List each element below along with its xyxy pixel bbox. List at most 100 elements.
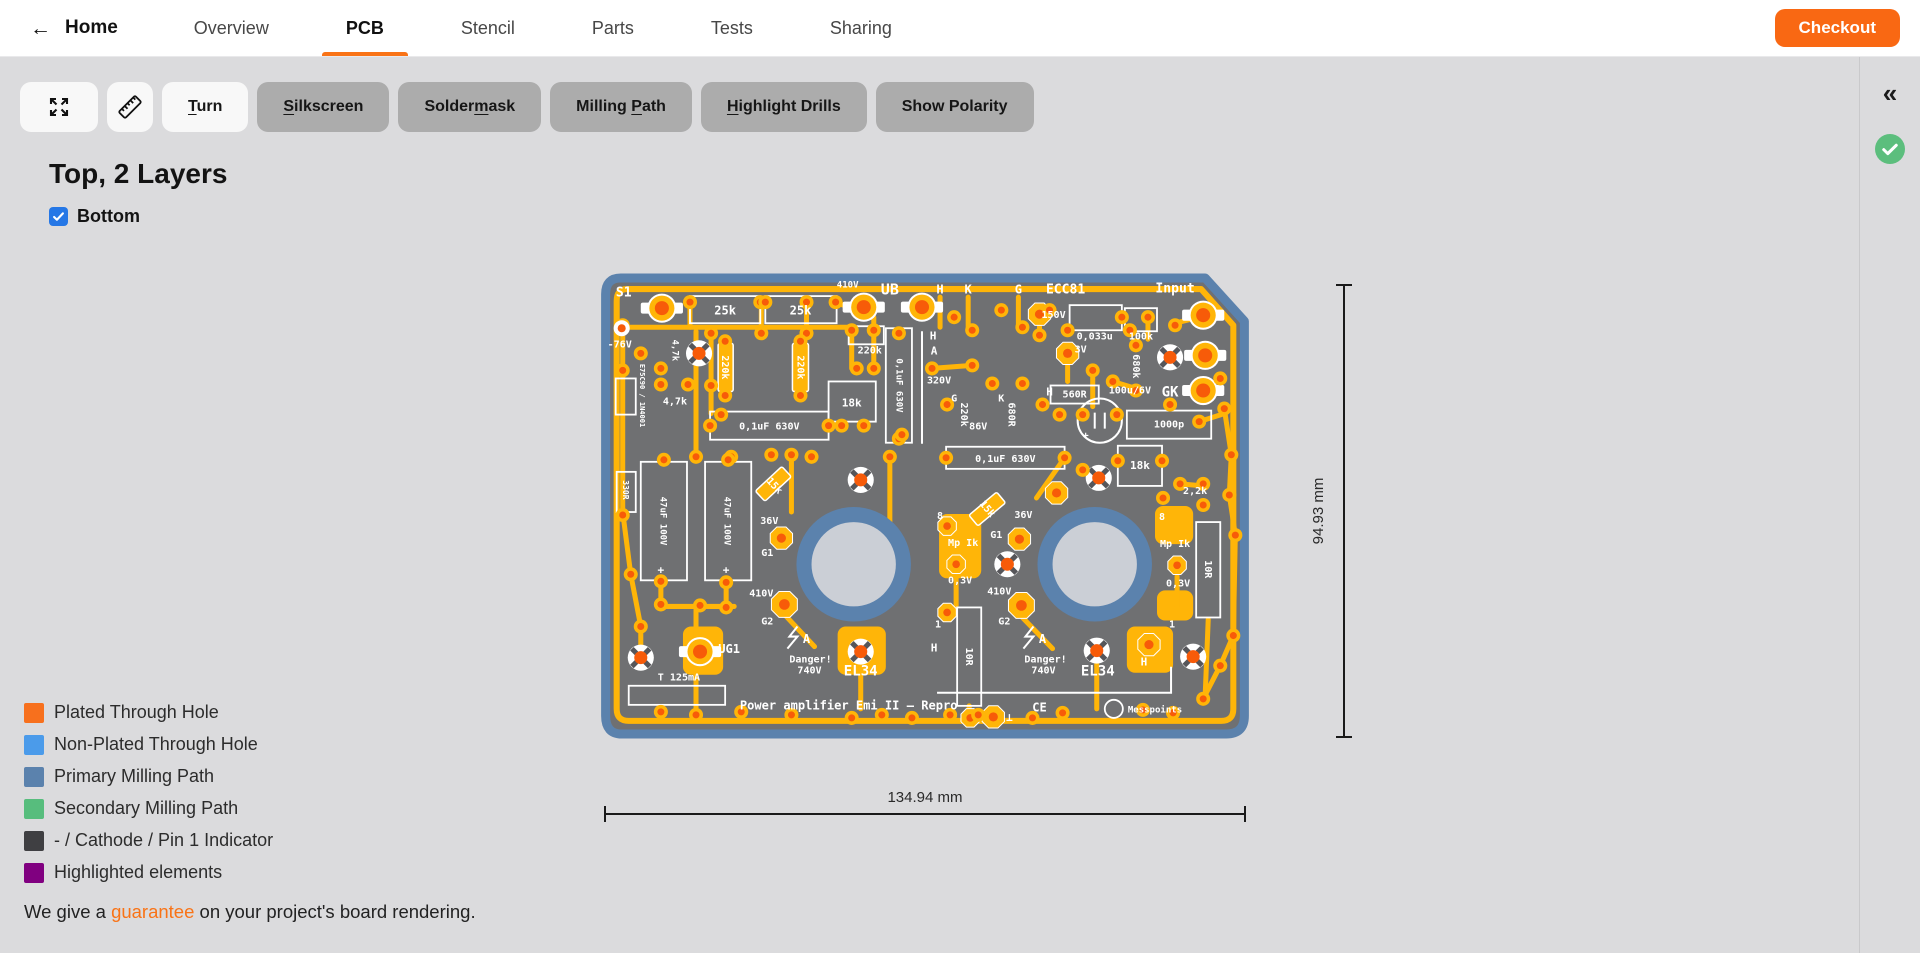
silk-label: 4,7k xyxy=(663,397,687,408)
silk-label: G1 xyxy=(761,548,773,559)
silk-label: EL34 xyxy=(1081,664,1115,680)
silk-label: 3V xyxy=(1075,344,1087,355)
render-legend: Plated Through Hole Non-Plated Through H… xyxy=(24,702,273,883)
nav-home[interactable]: ← Home xyxy=(30,17,118,39)
silk-label: H xyxy=(1046,386,1053,399)
silk-label: S1 xyxy=(616,286,632,301)
silk-label: A xyxy=(803,632,811,646)
checkout-button[interactable]: Checkout xyxy=(1774,9,1900,47)
expand-icon xyxy=(49,97,69,117)
silk-label: 1000p xyxy=(1154,420,1184,431)
height-dimension-label: 94.93 mm xyxy=(1310,478,1327,545)
silk-label: 410V xyxy=(749,588,773,599)
tab-parts[interactable]: Parts xyxy=(592,0,634,56)
silk-label: G2 xyxy=(761,616,773,627)
bottom-layer-toggle[interactable]: Bottom xyxy=(49,206,140,227)
legend-swatch xyxy=(24,766,44,787)
legend-item: Highlighted elements xyxy=(24,862,273,883)
silk-label: 0,1uF 630V xyxy=(975,454,1035,465)
silk-label: + xyxy=(658,563,665,576)
silk-label: 0,1uF 630V xyxy=(893,358,903,413)
silk-label: 47uF 100V xyxy=(722,497,732,546)
silk-label: Power amplifier Emi II – Repro xyxy=(740,698,958,712)
silk-label: H xyxy=(1141,656,1148,669)
bottom-label: Bottom xyxy=(77,206,140,226)
silk-label: 100u/6V xyxy=(1109,386,1151,397)
silk-label: G xyxy=(1015,283,1022,297)
page-title: Top, 2 Layers xyxy=(49,158,228,189)
silk-label: Danger! xyxy=(789,655,831,666)
pcb-render[interactable]: S1 25k 25k 410V UB H K G ECC81 Input 150V 0,033u 100… xyxy=(600,273,1250,739)
silk-label: A xyxy=(931,344,938,357)
silk-label: Mp Ik xyxy=(948,538,978,549)
guarantee-link[interactable]: guarantee xyxy=(111,901,194,922)
silk-label: 410V xyxy=(987,586,1011,597)
silk-label: 1 xyxy=(1169,620,1175,631)
legend-item: Plated Through Hole xyxy=(24,702,273,723)
soldermask-button[interactable]: Soldermask xyxy=(398,82,542,132)
silk-label: 740V xyxy=(797,666,821,677)
silk-label: ⊥ xyxy=(1217,349,1225,364)
show-polarity-button[interactable]: Show Polarity xyxy=(875,82,1034,132)
height-dimension: 94.93 mm xyxy=(1310,284,1352,738)
silk-label: 36V xyxy=(1014,510,1032,521)
tab-sharing[interactable]: Sharing xyxy=(830,0,892,56)
silk-label: EL34 xyxy=(844,664,878,680)
silk-label: 220k xyxy=(719,355,730,379)
silk-label: K xyxy=(998,394,1004,405)
turn-button[interactable]: Turn xyxy=(162,82,249,132)
silk-label: UB xyxy=(881,281,899,299)
silk-label: + xyxy=(1083,431,1089,442)
silk-label: 0,1uF 630V xyxy=(739,422,799,433)
legend-item: - / Cathode / Pin 1 Indicator xyxy=(24,830,273,851)
silk-label: GK xyxy=(1162,385,1179,401)
milling-path-button[interactable]: Milling Path xyxy=(550,82,692,132)
silk-label: ⊥ xyxy=(1006,711,1013,724)
silk-label: 410V xyxy=(837,281,859,291)
silk-label: 25k xyxy=(714,304,737,318)
silk-label: 320V xyxy=(927,375,951,386)
silk-label: 220k xyxy=(958,403,969,427)
collapse-panel-button[interactable]: « xyxy=(1877,74,1903,112)
silk-label: ECC81 xyxy=(1046,283,1085,298)
silk-label: 1 xyxy=(935,620,941,631)
pcb-toolbar: Turn Silkscreen Soldermask Milling Path … xyxy=(20,82,1034,132)
silk-label: 0,3V xyxy=(948,575,972,586)
silk-label: K xyxy=(965,283,973,297)
silk-label: 680R xyxy=(1005,403,1016,428)
silkscreen-button[interactable]: Silkscreen xyxy=(257,82,390,132)
chevrons-left-icon: « xyxy=(1882,78,1898,108)
silk-label: 8 xyxy=(1159,512,1165,523)
silk-label: Input xyxy=(1155,282,1194,297)
silk-label: 18k xyxy=(842,397,862,410)
legend-item: Secondary Milling Path xyxy=(24,798,273,819)
silk-label: 0,3V xyxy=(1166,578,1190,589)
ruler-icon xyxy=(118,95,142,119)
silk-label: 220k xyxy=(794,355,805,379)
width-dimension-label: 134.94 mm xyxy=(887,789,962,806)
silk-label: + xyxy=(723,563,730,576)
fullscreen-button[interactable] xyxy=(20,82,98,132)
silk-label: -76V xyxy=(608,339,632,350)
back-arrow-icon: ← xyxy=(30,16,51,40)
legend-swatch xyxy=(24,702,44,723)
silk-label: 47uF 100V xyxy=(657,497,667,546)
tab-overview[interactable]: Overview xyxy=(194,0,269,56)
silk-label: G xyxy=(951,394,957,405)
status-check-icon xyxy=(1875,134,1905,164)
silk-label: 2,2k xyxy=(1183,486,1207,497)
silk-label: T 125mA xyxy=(658,673,700,684)
highlight-drills-button[interactable]: Highlight Drills xyxy=(700,82,867,132)
silk-label: G1 xyxy=(990,530,1002,541)
silk-label: 0,033u xyxy=(1077,331,1113,342)
silk-label: 4,7k xyxy=(669,339,679,361)
home-label: Home xyxy=(65,17,118,38)
legend-swatch xyxy=(24,862,44,883)
tab-tests[interactable]: Tests xyxy=(711,0,753,56)
tab-pcb[interactable]: PCB xyxy=(321,0,408,56)
measure-button[interactable] xyxy=(107,82,153,132)
silk-label: 680k xyxy=(1130,354,1141,378)
tab-stencil[interactable]: Stencil xyxy=(461,0,515,56)
right-panel: « xyxy=(1859,56,1920,953)
legend-swatch xyxy=(24,830,44,851)
